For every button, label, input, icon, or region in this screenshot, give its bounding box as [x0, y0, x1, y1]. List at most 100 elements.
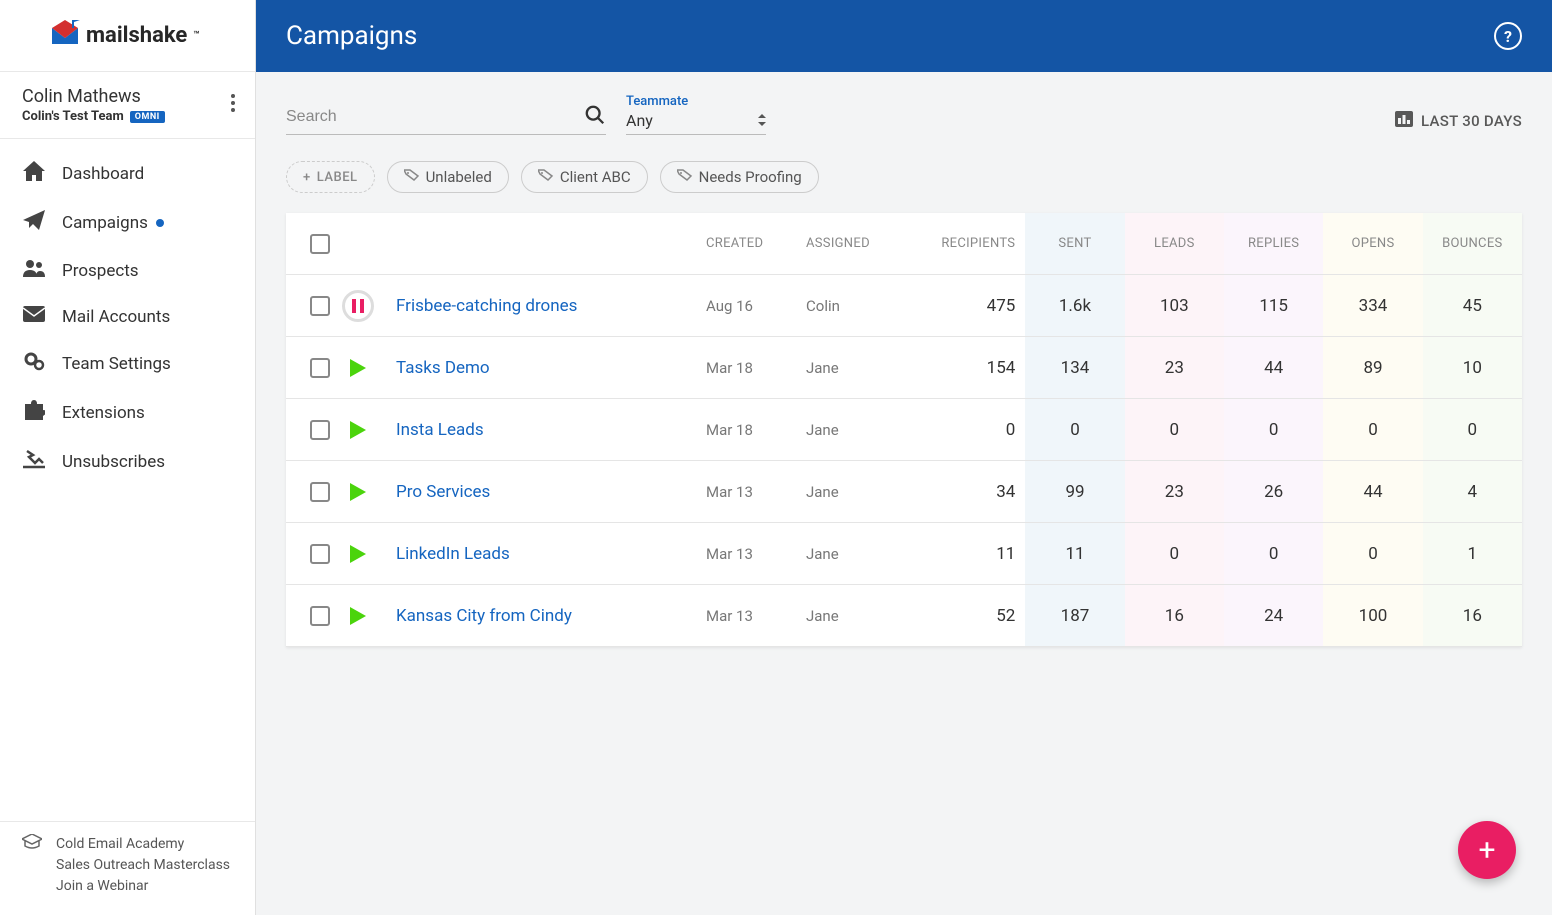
cell-sent: 134	[1025, 337, 1124, 398]
row-checkbox[interactable]	[310, 544, 330, 564]
cell-replies: 115	[1224, 275, 1323, 336]
row-checkbox[interactable]	[310, 606, 330, 626]
col-sent: SENT	[1025, 213, 1124, 274]
nav-item-campaigns[interactable]: Campaigns	[0, 198, 255, 247]
label-filter-unlabeled[interactable]: Unlabeled	[387, 161, 509, 193]
plus-icon: +	[303, 170, 311, 185]
nav-label: Team Settings	[62, 354, 171, 374]
table-header-row: CREATED ASSIGNED RECIPIENTS SENT LEADS R…	[286, 213, 1522, 275]
dropdown-icon	[758, 111, 766, 130]
unsubscribe-icon	[22, 449, 46, 474]
label-filter-client-abc[interactable]: Client ABC	[521, 161, 648, 193]
campaign-link[interactable]: Pro Services	[396, 482, 490, 502]
play-button[interactable]	[346, 543, 396, 565]
gears-icon	[22, 351, 46, 376]
cell-created: Mar 18	[706, 359, 806, 377]
cell-replies: 26	[1224, 461, 1323, 522]
user-menu-button[interactable]	[229, 90, 237, 120]
cell-recipients: 34	[926, 482, 1025, 502]
play-button[interactable]	[346, 357, 396, 379]
row-checkbox[interactable]	[310, 420, 330, 440]
cell-sent: 11	[1025, 523, 1124, 584]
table-row: LinkedIn Leads Mar 13 Jane 11 11 0 0 0 1	[286, 523, 1522, 585]
play-button[interactable]	[346, 481, 396, 503]
cell-leads: 0	[1125, 523, 1224, 584]
search-input[interactable]	[286, 108, 584, 126]
logo-icon	[50, 20, 80, 52]
page-title: Campaigns	[286, 21, 417, 51]
cell-created: Aug 16	[706, 297, 806, 315]
cell-leads: 0	[1125, 399, 1224, 460]
envelope-icon	[22, 306, 46, 327]
cell-bounces: 16	[1423, 585, 1522, 646]
cell-leads: 103	[1125, 275, 1224, 336]
cell-bounces: 4	[1423, 461, 1522, 522]
puzzle-icon	[22, 400, 46, 425]
campaign-link[interactable]: Insta Leads	[396, 420, 484, 440]
nav-item-team-settings[interactable]: Team Settings	[0, 339, 255, 388]
home-icon	[22, 161, 46, 186]
filters-row: Teammate Any LAST 30 DAYS	[256, 72, 1552, 135]
cell-opens: 0	[1323, 523, 1422, 584]
nav-label: Extensions	[62, 403, 145, 423]
nav-item-unsubscribes[interactable]: Unsubscribes	[0, 437, 255, 486]
cell-recipients: 475	[926, 296, 1025, 316]
col-created: CREATED	[706, 236, 806, 251]
table-row: Frisbee-catching drones Aug 16 Colin 475…	[286, 275, 1522, 337]
help-button[interactable]: ?	[1494, 22, 1522, 50]
cell-bounces: 0	[1423, 399, 1522, 460]
table-row: Pro Services Mar 13 Jane 34 99 23 26 44 …	[286, 461, 1522, 523]
footer-link-webinar[interactable]: Join a Webinar	[56, 876, 230, 897]
cell-bounces: 1	[1423, 523, 1522, 584]
nav-label: Prospects	[62, 261, 139, 281]
cell-opens: 44	[1323, 461, 1422, 522]
cell-assigned: Jane	[806, 545, 926, 563]
row-checkbox[interactable]	[310, 482, 330, 502]
cell-leads: 16	[1125, 585, 1224, 646]
cell-assigned: Colin	[806, 297, 926, 315]
date-range-selector[interactable]: LAST 30 DAYS	[1395, 111, 1522, 135]
cell-assigned: Jane	[806, 359, 926, 377]
col-replies: REPLIES	[1224, 213, 1323, 274]
cell-recipients: 11	[926, 544, 1025, 564]
pause-button[interactable]	[342, 290, 374, 322]
campaign-link[interactable]: Kansas City from Cindy	[396, 606, 572, 626]
nav-label: Dashboard	[62, 164, 144, 184]
create-campaign-fab[interactable]: +	[1458, 821, 1516, 879]
cell-replies: 0	[1224, 523, 1323, 584]
brand-name: mailshake	[86, 23, 187, 48]
nav-label: Unsubscribes	[62, 452, 165, 472]
nav-item-prospects[interactable]: Prospects	[0, 247, 255, 294]
row-checkbox[interactable]	[310, 296, 330, 316]
nav-item-extensions[interactable]: Extensions	[0, 388, 255, 437]
col-leads: LEADS	[1125, 213, 1224, 274]
sidebar: mailshake™ Colin Mathews Colin's Test Te…	[0, 0, 256, 915]
play-button[interactable]	[346, 419, 396, 441]
nav-item-mail-accounts[interactable]: Mail Accounts	[0, 294, 255, 339]
teammate-select[interactable]: Any	[626, 109, 766, 135]
campaign-link[interactable]: LinkedIn Leads	[396, 544, 510, 564]
row-checkbox[interactable]	[310, 358, 330, 378]
campaign-link[interactable]: Frisbee-catching drones	[396, 296, 577, 316]
cell-sent: 0	[1025, 399, 1124, 460]
search-icon[interactable]	[584, 104, 606, 130]
col-assigned: ASSIGNED	[806, 236, 926, 251]
cell-assigned: Jane	[806, 483, 926, 501]
select-all-checkbox[interactable]	[310, 234, 330, 254]
cell-created: Mar 13	[706, 483, 806, 501]
user-name: Colin Mathews	[22, 86, 165, 107]
nav-item-dashboard[interactable]: Dashboard	[0, 149, 255, 198]
nav-label: Campaigns	[62, 213, 148, 233]
footer-link-masterclass[interactable]: Sales Outreach Masterclass	[56, 855, 230, 876]
play-button[interactable]	[346, 605, 396, 627]
label-filter-needs-proofing[interactable]: Needs Proofing	[660, 161, 819, 193]
footer-link-academy[interactable]: Cold Email Academy	[56, 834, 230, 855]
add-label-button[interactable]: +LABEL	[286, 161, 375, 193]
teammate-label: Teammate	[626, 94, 766, 109]
logo: mailshake™	[50, 20, 200, 52]
campaign-link[interactable]: Tasks Demo	[396, 358, 490, 378]
cell-sent: 99	[1025, 461, 1124, 522]
cell-recipients: 0	[926, 420, 1025, 440]
cell-recipients: 52	[926, 606, 1025, 626]
col-opens: OPENS	[1323, 213, 1422, 274]
